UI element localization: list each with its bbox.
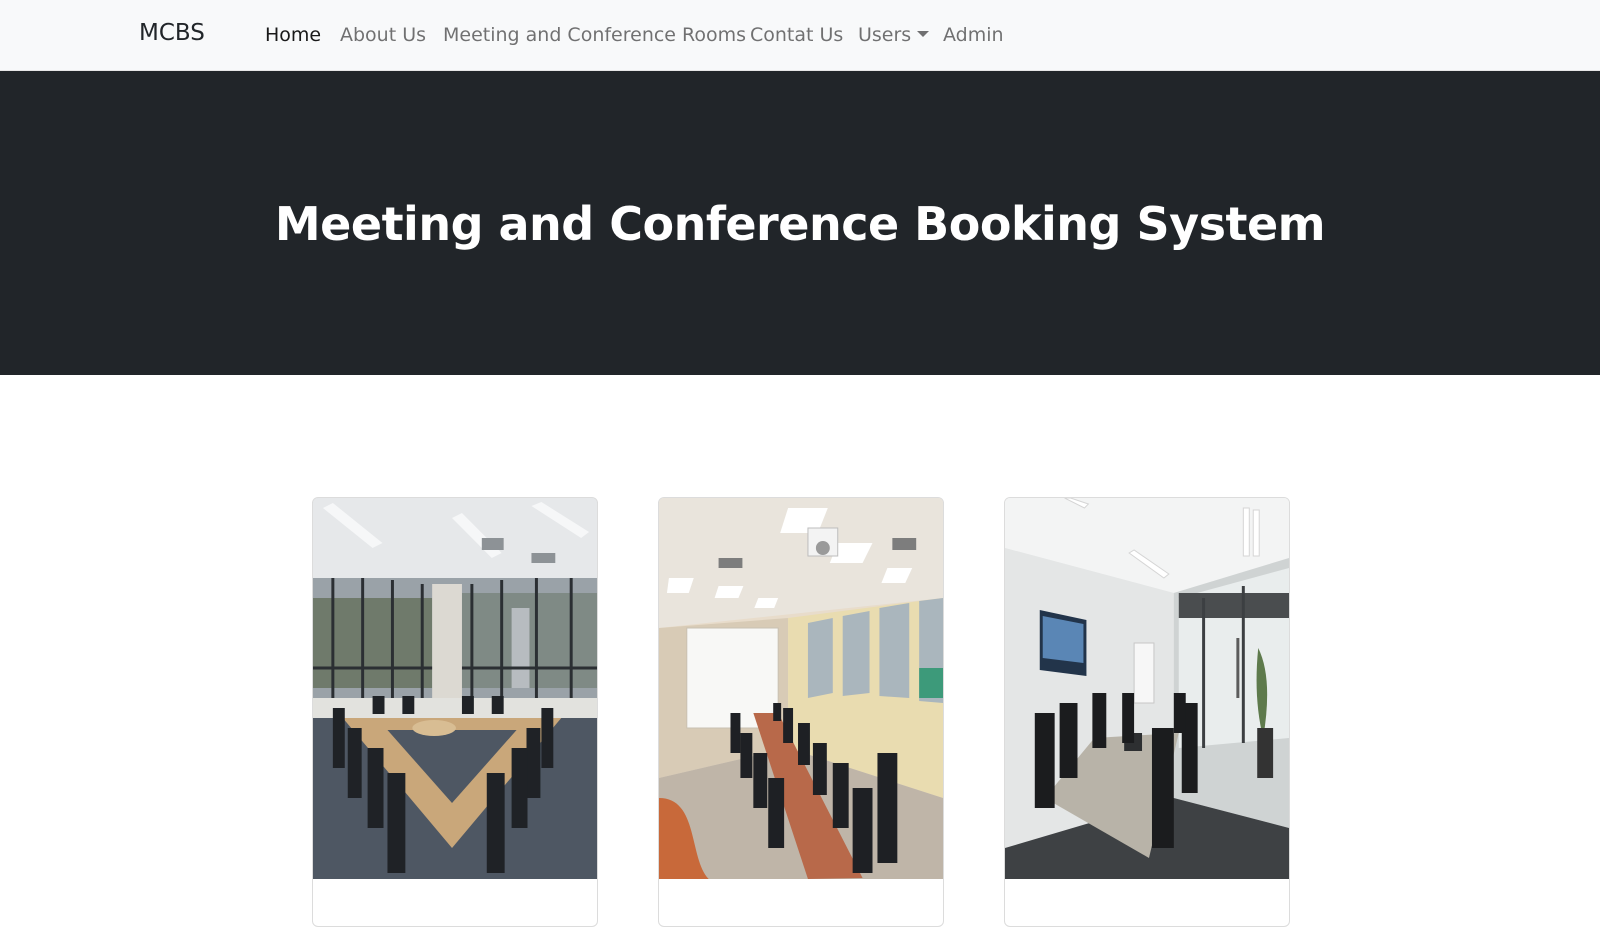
room-card[interactable] (1004, 497, 1290, 927)
brand-logo[interactable]: MCBS (139, 20, 205, 46)
top-navbar: MCBS Home About Us Meeting and Conferenc… (0, 0, 1600, 71)
nav-users-label: Users (858, 24, 912, 46)
long-table-conference-room-photo-icon (659, 498, 943, 879)
page-title: Meeting and Conference Booking System (274, 197, 1326, 251)
nav-contact-us[interactable]: Contat Us (750, 24, 843, 46)
hero-banner: Meeting and Conference Booking System (0, 71, 1600, 375)
room-card[interactable] (658, 497, 944, 927)
round-table-meeting-room-photo-icon (313, 498, 597, 879)
small-meeting-room-photo-icon (1005, 498, 1289, 879)
nav-about-us[interactable]: About Us (340, 24, 426, 46)
nav-admin[interactable]: Admin (943, 24, 1004, 46)
nav-meeting-rooms[interactable]: Meeting and Conference Rooms (443, 24, 746, 46)
room-card[interactable] (312, 497, 598, 927)
nav-home[interactable]: Home (265, 24, 321, 46)
nav-users-dropdown[interactable]: Users (858, 24, 930, 46)
chevron-down-icon (917, 31, 930, 37)
